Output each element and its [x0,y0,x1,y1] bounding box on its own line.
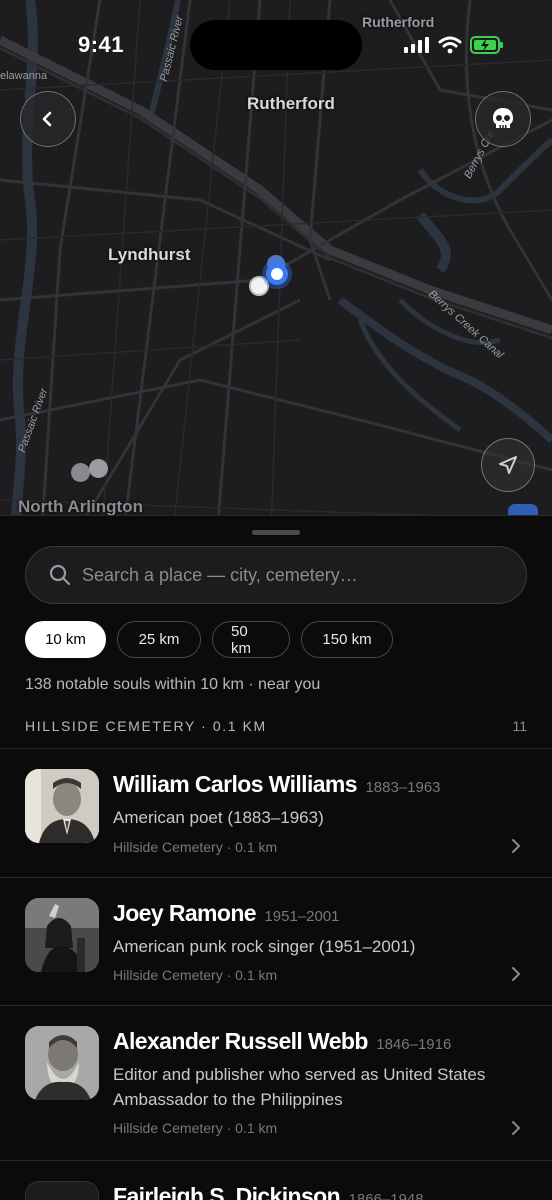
chip-50-km[interactable]: 50 km [212,621,290,658]
chip-25-km[interactable]: 25 km [117,621,201,658]
list-item[interactable]: William Carlos Williams 1883–1963 Americ… [0,748,552,877]
section-count: 11 [512,718,527,734]
search-icon [49,564,71,586]
wifi-icon [438,36,462,54]
person-years: 1883–1963 [365,779,441,796]
battery-charging-icon [470,36,503,54]
back-button[interactable] [20,91,76,147]
chip-150-km[interactable]: 150 km [301,621,393,658]
list-item[interactable]: Joey Ramone 1951–2001 American punk rock… [0,877,552,1005]
person-location: Hillside Cemetery · 0.1 km [113,839,278,855]
portrait-photo [25,1026,99,1100]
person-name: William Carlos Williams [113,771,358,797]
bottom-sheet: 10 km 25 km 50 km 150 km 138 notable sou… [0,515,552,1200]
list-item[interactable]: Fairleigh S. Dickinson 1866–1948 [0,1160,552,1200]
locate-me-button[interactable] [481,438,535,492]
search-input[interactable] [82,564,502,586]
chip-10-km[interactable]: 10 km [25,621,106,658]
person-years: 1846–1916 [376,1036,452,1053]
portrait-thumbnail [25,769,99,843]
cemetery-pin[interactable] [71,463,90,482]
person-name: Fairleigh S. Dickinson [113,1183,341,1200]
chevron-right-icon [512,839,520,853]
user-location-dot [266,263,288,285]
person-name: Alexander Russell Webb [113,1028,368,1054]
person-name-line: William Carlos Williams 1883–1963 [113,771,441,798]
person-location: Hillside Cemetery · 0.1 km [113,1120,278,1136]
skull-icon [493,108,513,128]
sheet-grabber[interactable] [252,530,300,535]
portrait-thumbnail [25,1026,99,1100]
results-summary: 138 notable souls within 10 km · near yo… [25,676,321,693]
status-bar: 9:41 [0,0,552,90]
person-name-line: Joey Ramone 1951–2001 [113,900,340,927]
person-location: Hillside Cemetery · 0.1 km [113,967,278,983]
radius-filter: 10 km 25 km 50 km 150 km [25,621,393,658]
person-years: 1951–2001 [264,908,340,925]
chevron-left-icon [42,111,52,127]
list-item[interactable]: Alexander Russell Webb 1846–1916 Editor … [0,1005,552,1160]
cellular-signal-icon [404,37,429,53]
portrait-photo [25,769,99,843]
chevron-right-icon [512,1121,520,1135]
status-icons [404,36,504,54]
portrait-photo [25,898,99,972]
person-description: American poet (1883–1963) [113,808,324,827]
dynamic-island [190,20,362,70]
cemetery-pin[interactable] [89,459,108,478]
person-years: 1866–1948 [348,1191,424,1200]
person-description: Editor and publisher who served as Unite… [113,1065,486,1109]
person-description: American punk rock singer (1951–2001) [113,937,416,956]
map-label-rutherford: Rutherford [247,94,335,113]
map-label-lyndhurst: Lyndhurst [108,245,191,264]
map-label-north-arlington: North Arlington [18,497,143,516]
status-time: 9:41 [78,32,125,57]
skull-button[interactable] [475,91,531,147]
chevron-right-icon [512,967,520,981]
search-bar[interactable] [25,546,527,604]
person-name-line: Fairleigh S. Dickinson 1866–1948 [113,1183,424,1200]
portrait-thumbnail [25,898,99,972]
section-header: HILLSIDE CEMETERY · 0.1 KM 11 [25,718,527,734]
person-name-line: Alexander Russell Webb 1846–1916 [113,1028,451,1055]
people-list: William Carlos Williams 1883–1963 Americ… [0,748,552,1200]
portrait-thumbnail [25,1181,99,1200]
section-title: HILLSIDE CEMETERY · 0.1 KM [25,718,267,734]
person-name: Joey Ramone [113,900,257,926]
navigation-arrow-icon [499,456,517,474]
